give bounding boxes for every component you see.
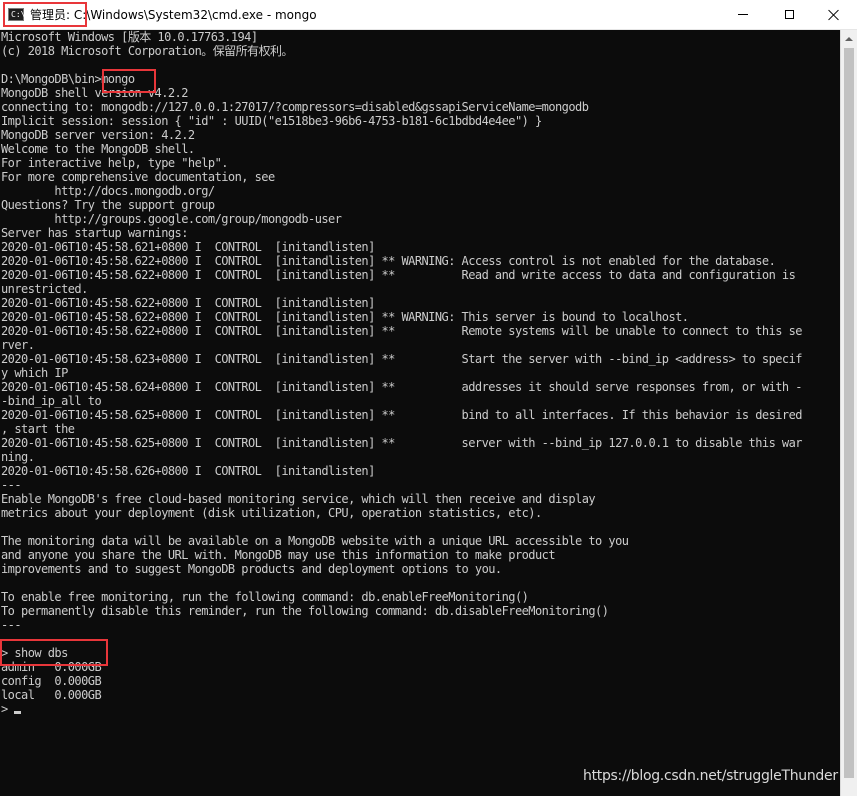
maximize-button[interactable] [766,0,812,29]
console-line: improvements and to suggest MongoDB prod… [1,562,502,576]
console-line: rver. [1,338,35,352]
console-line: ning. [1,450,35,464]
minimize-button[interactable] [720,0,766,29]
title-bar[interactable]: C:\ 管理员: C:\Windows\System32\cmd.exe - m… [0,0,857,30]
console-line: 2020-01-06T10:45:58.622+0800 I CONTROL [… [1,324,803,338]
console-line: http://groups.google.com/group/mongodb-u… [1,212,342,226]
vertical-scrollbar[interactable] [840,30,857,796]
close-button[interactable] [811,0,857,29]
scroll-thumb[interactable] [844,48,854,778]
console-line: Microsoft Windows [版本 10.0.17763.194] [1,30,258,44]
console-line: 2020-01-06T10:45:58.622+0800 I CONTROL [… [1,268,796,282]
console-line: For interactive help, type "help". [1,156,228,170]
console-line: To permanently disable this reminder, ru… [1,604,609,618]
minimize-icon [738,14,748,15]
arrow-up-icon [845,36,853,41]
console-line: unrestricted. [1,282,88,296]
console-line: admin 0.000GB [1,660,102,674]
console-line: (c) 2018 Microsoft Corporation。保留所有权利。 [1,44,293,58]
console-line: 2020-01-06T10:45:58.625+0800 I CONTROL [… [1,408,803,422]
console-line: 2020-01-06T10:45:58.626+0800 I CONTROL [… [1,464,375,478]
console-line: 2020-01-06T10:45:58.622+0800 I CONTROL [… [1,254,776,268]
console-line: metrics about your deployment (disk util… [1,506,542,520]
console-line: connecting to: mongodb://127.0.0.1:27017… [1,100,589,114]
console-lines: Microsoft Windows [版本 10.0.17763.194] (c)… [1,30,803,716]
watermark-text: https://blog.csdn.net/struggleThunder [583,768,838,784]
console-line: MongoDB shell version v4.2.2 [1,86,188,100]
console-line: 2020-01-06T10:45:58.622+0800 I CONTROL [… [1,296,375,310]
console-line: y which IP [1,366,68,380]
title-highlight-box [3,2,87,27]
maximize-icon [784,10,794,19]
scroll-up-button[interactable] [841,30,857,47]
console-line: local 0.000GB [1,688,102,702]
console-line: The monitoring data will be available on… [1,534,629,548]
title-path: C:\Windows\System32\cmd.exe - mongo [73,8,317,22]
console-line: 2020-01-06T10:45:58.621+0800 I CONTROL [… [1,240,375,254]
text-cursor [13,711,21,714]
console-line: Server has startup warnings: [1,226,188,240]
console-line: 2020-01-06T10:45:58.625+0800 I CONTROL [… [1,436,803,450]
console-line: , start the [1,422,75,436]
console-line: Enable MongoDB's free cloud-based monito… [1,492,596,506]
console-line: and anyone you share the URL with. Mongo… [1,548,556,562]
console-prompt-line: > [1,702,802,716]
console-line: --- [1,478,22,492]
console-line: config 0.000GB [1,674,102,688]
console-line: -bind_ip_all to [1,394,102,408]
console-line: D:\MongoDB\bin>mongo [1,72,135,86]
console-line: > show dbs [1,646,68,660]
cmd-window: C:\ 管理员: C:\Windows\System32\cmd.exe - m… [0,0,857,796]
console-line: 2020-01-06T10:45:58.623+0800 I CONTROL [… [1,352,803,366]
console-line: Implicit session: session { "id" : UUID(… [1,114,542,128]
console-output[interactable]: Microsoft Windows [版本 10.0.17763.194] (c)… [0,30,840,796]
console-line: 2020-01-06T10:45:58.624+0800 I CONTROL [… [1,380,803,394]
console-line: 2020-01-06T10:45:58.622+0800 I CONTROL [… [1,310,689,324]
console-line: MongoDB server version: 4.2.2 [1,128,195,142]
close-icon [828,9,840,21]
console-line: Welcome to the MongoDB shell. [1,142,195,156]
console-line: To enable free monitoring, run the follo… [1,590,529,604]
console-line: http://docs.mongodb.org/ [1,184,215,198]
console-line: --- [1,618,22,632]
console-line: For more comprehensive documentation, se… [1,170,275,184]
console-line: Questions? Try the support group [1,198,215,212]
